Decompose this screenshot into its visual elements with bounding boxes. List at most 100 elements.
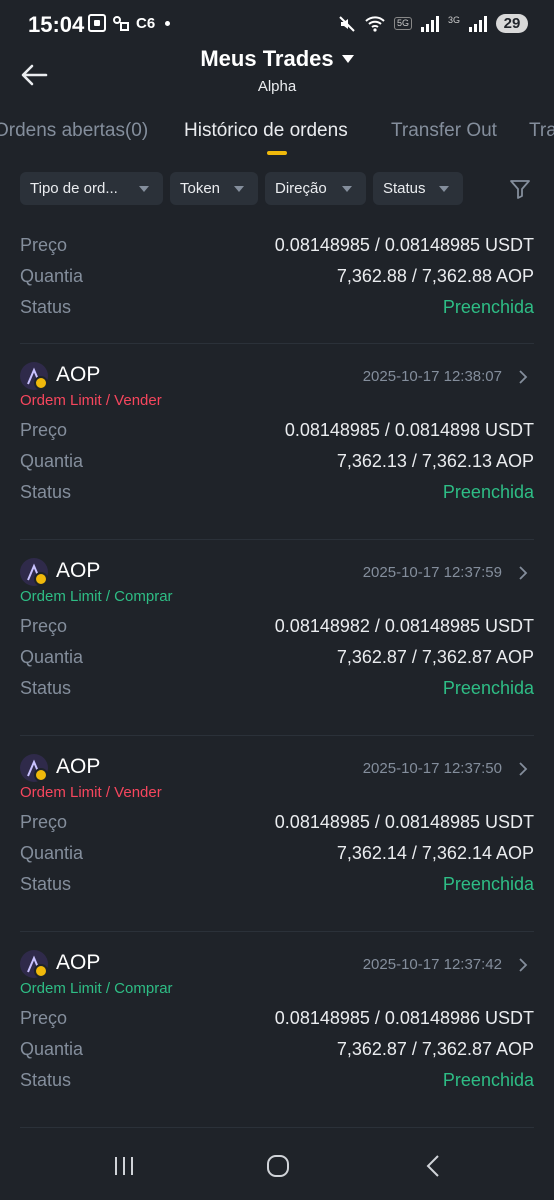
home-icon[interactable] <box>266 1154 290 1178</box>
order-type: Ordem Limit / Vender <box>20 392 162 409</box>
net-5g-badge: 5G <box>393 17 412 30</box>
quantity-value: 7,362.88 / 7,362.88 AOP <box>336 266 534 286</box>
price-value: 0.08148985 / 0.08148986 USDT <box>274 1008 534 1028</box>
status-value: Preenchida <box>442 1070 534 1090</box>
filter-direction-label: Direção <box>275 180 327 197</box>
filter-status-label: Status <box>383 180 426 197</box>
tab-transfer-in[interactable]: Tra <box>529 120 554 142</box>
status-label: Status <box>20 482 72 502</box>
dropdown-arrow-icon <box>139 186 149 192</box>
chevron-right-icon[interactable] <box>516 564 530 582</box>
signal-icon <box>420 15 439 32</box>
battery-icon: 29 <box>496 14 528 33</box>
clock: 15:04 <box>28 12 85 37</box>
order-card[interactable]: AOP 2025-10-17 12:38:07 Ordem Limit / Ve… <box>20 348 534 509</box>
carrier-text: C6 <box>136 14 156 32</box>
price-label: Preço <box>20 1008 68 1028</box>
back-nav-icon[interactable] <box>422 1154 446 1178</box>
active-tab-indicator <box>267 151 287 155</box>
filter-direction[interactable]: Direção <box>265 172 366 205</box>
chevron-right-icon[interactable] <box>516 368 530 386</box>
price-label: Preço <box>20 812 68 832</box>
status-label: Status <box>20 1070 72 1090</box>
status-row: Status Preenchida <box>20 293 534 324</box>
status-row: Status Preenchida <box>20 1066 534 1097</box>
divider <box>20 343 534 344</box>
page-subtitle: Alpha <box>257 78 297 95</box>
divider <box>20 735 534 736</box>
filter-funnel-icon[interactable] <box>508 177 532 201</box>
filter-token[interactable]: Token <box>170 172 258 205</box>
divider <box>20 539 534 540</box>
signal-icon-2 <box>469 15 487 32</box>
chain-badge-icon <box>34 964 48 978</box>
price-value: 0.08148982 / 0.08148985 USDT <box>274 616 534 636</box>
voicemail-icon <box>113 16 129 31</box>
status-row: Status Preenchida <box>20 674 534 705</box>
notification-dot-icon <box>165 20 171 26</box>
net-3g-badge: 3G <box>447 14 460 25</box>
divider <box>20 1127 534 1128</box>
order-card[interactable]: AOP 2025-10-17 12:37:50 Ordem Limit / Ve… <box>20 740 534 901</box>
order-time: 2025-10-17 12:38:07 <box>362 368 502 385</box>
quantity-value: 7,362.87 / 7,362.87 AOP <box>336 1039 534 1059</box>
price-row: Preço 0.08148985 / 0.08148985 USDT <box>20 808 534 839</box>
filter-order-type[interactable]: Tipo de ord... <box>20 172 163 205</box>
quantity-row: Quantia 7,362.14 / 7,362.14 AOP <box>20 839 534 870</box>
quantity-row: Quantia 7,362.87 / 7,362.87 AOP <box>20 643 534 674</box>
wifi-icon <box>365 15 385 32</box>
coin-name: AOP <box>56 755 101 778</box>
chevron-right-icon[interactable] <box>516 956 530 974</box>
quantity-label: Quantia <box>20 266 84 286</box>
filter-status[interactable]: Status <box>373 172 463 205</box>
dropdown-arrow-icon <box>234 186 244 192</box>
caret-down-icon <box>341 55 354 63</box>
dropdown-arrow-icon <box>342 186 352 192</box>
coin-name: AOP <box>56 559 101 582</box>
page-title-dropdown[interactable]: Meus Trades <box>200 46 354 72</box>
quantity-value: 7,362.14 / 7,362.14 AOP <box>336 843 534 863</box>
price-value: 0.08148985 / 0.0814898 USDT <box>284 420 534 440</box>
order-type: Ordem Limit / Comprar <box>20 980 173 997</box>
page-title: Meus Trades <box>200 46 334 71</box>
order-card[interactable]: AOP 2025-10-17 12:37:59 Ordem Limit / Co… <box>20 544 534 705</box>
quantity-label: Quantia <box>20 843 84 863</box>
dropdown-arrow-icon <box>439 186 449 192</box>
quantity-value: 7,362.87 / 7,362.87 AOP <box>336 647 534 667</box>
price-label: Preço <box>20 616 68 636</box>
screenshot-icon <box>88 14 106 32</box>
chevron-right-icon[interactable] <box>516 760 530 778</box>
price-row: Preço 0.08148985 / 0.0814898 USDT <box>20 416 534 447</box>
tab-order-history[interactable]: Histórico de ordens <box>184 120 348 142</box>
order-type: Ordem Limit / Vender <box>20 784 162 801</box>
filter-token-label: Token <box>180 180 221 197</box>
price-label: Preço <box>20 420 68 440</box>
order-time: 2025-10-17 12:37:50 <box>362 760 502 777</box>
status-label: Status <box>20 874 72 894</box>
status-row: Status Preenchida <box>20 478 534 509</box>
order-card-partial[interactable]: Preço 0.08148985 / 0.08148985 USDT Quant… <box>20 231 534 324</box>
order-card[interactable]: AOP 2025-10-17 12:37:42 Ordem Limit / Co… <box>20 936 534 1097</box>
price-label: Preço <box>20 235 68 255</box>
mute-icon <box>339 15 355 32</box>
status-label: Status <box>20 678 72 698</box>
page-header: Meus Trades Alpha <box>0 40 554 110</box>
chain-badge-icon <box>34 376 48 390</box>
price-value: 0.08148985 / 0.08148985 USDT <box>274 812 534 832</box>
recent-apps-icon[interactable] <box>112 1154 136 1178</box>
quantity-row: Quantia 7,362.87 / 7,362.87 AOP <box>20 1035 534 1066</box>
price-value: 0.08148985 / 0.08148985 USDT <box>274 235 534 255</box>
order-time: 2025-10-17 12:37:42 <box>362 956 502 973</box>
status-value: Preenchida <box>442 678 534 698</box>
system-nav-bar <box>0 1136 554 1200</box>
filter-order-type-label: Tipo de ord... <box>30 180 118 197</box>
status-value: Preenchida <box>442 874 534 894</box>
quantity-row: Quantia 7,362.13 / 7,362.13 AOP <box>20 447 534 478</box>
tab-transfer-out[interactable]: Transfer Out <box>391 120 497 142</box>
coin-name: AOP <box>56 951 101 974</box>
filter-bar: Tipo de ord... Token Direção Status <box>0 172 554 206</box>
order-time: 2025-10-17 12:37:59 <box>362 564 502 581</box>
quantity-value: 7,362.13 / 7,362.13 AOP <box>336 451 534 471</box>
tab-open-orders[interactable]: Ordens abertas(0) <box>0 120 148 142</box>
price-row: Preço 0.08148985 / 0.08148986 USDT <box>20 1004 534 1035</box>
